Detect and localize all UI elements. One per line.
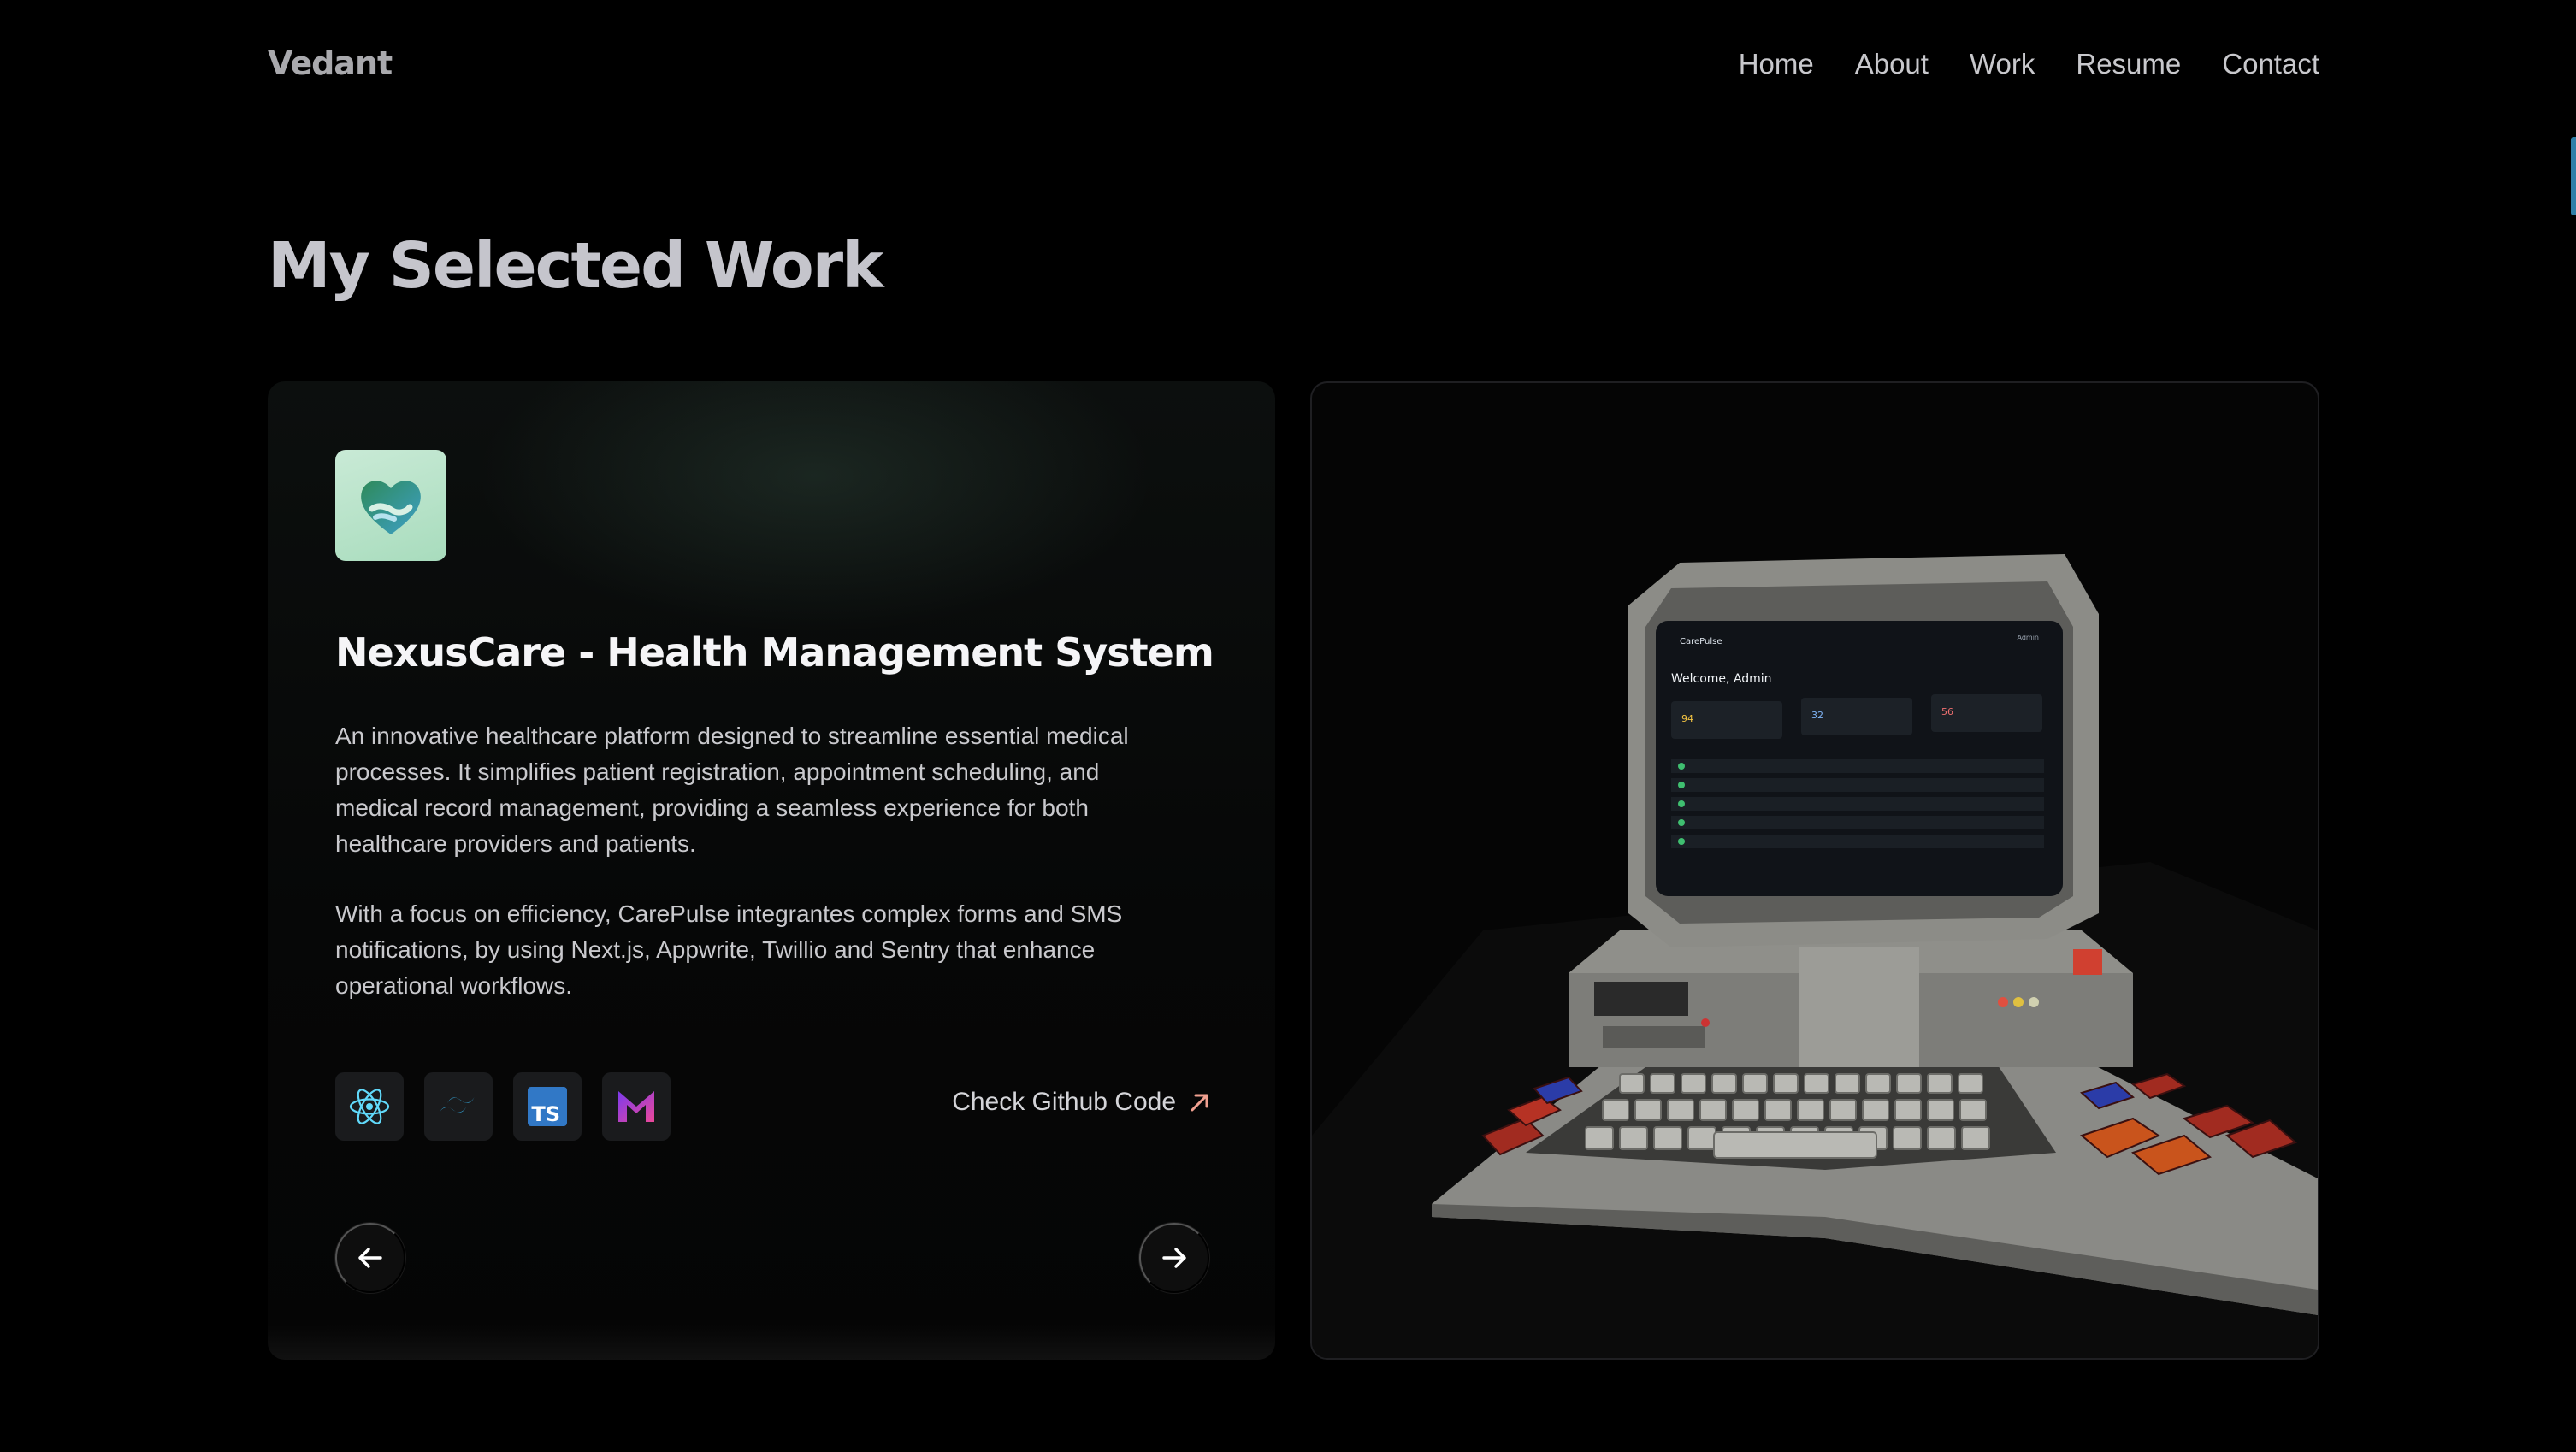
- project-card: NexusCare - Health Management System An …: [268, 381, 1275, 1360]
- heart-hands-logo-icon: [335, 450, 446, 561]
- screen-user: Admin: [2018, 634, 2040, 641]
- screen-brand: CarePulse: [1680, 637, 1722, 646]
- project-description: An innovative healthcare platform design…: [335, 723, 1129, 857]
- screen-welcome: Welcome, Admin: [1671, 672, 1772, 686]
- arrow-right-icon: [1162, 1248, 1186, 1268]
- brand-logo[interactable]: Vedant: [268, 44, 393, 82]
- project-preview: CarePulse Admin Welcome, Admin 94 32 56: [1310, 381, 2319, 1360]
- typescript-icon: TS: [513, 1072, 582, 1141]
- arrow-up-right-icon: [1191, 1094, 1208, 1112]
- main-nav: Home About Work Resume Contact: [1739, 48, 2319, 80]
- mui-icon: [602, 1072, 671, 1141]
- nav-home[interactable]: Home: [1739, 48, 1814, 80]
- next-project-button[interactable]: [1139, 1223, 1209, 1293]
- scroll-indicator: [2571, 137, 2576, 215]
- page-title: My Selected Work: [268, 229, 883, 303]
- github-link[interactable]: Check Github Code: [952, 1088, 1212, 1117]
- arrow-left-icon: [358, 1248, 382, 1268]
- nav-contact[interactable]: Contact: [2222, 48, 2319, 80]
- nav-work[interactable]: Work: [1970, 48, 2035, 80]
- nav-resume[interactable]: Resume: [2076, 48, 2181, 80]
- project-description-secondary: With a focus on efficiency, CarePulse in…: [335, 900, 1123, 999]
- screen-stat-1: 94: [1681, 713, 1693, 724]
- tailwind-icon: [424, 1072, 493, 1141]
- retro-computer-illustration: CarePulse Admin Welcome, Admin 94 32 56: [1312, 554, 2318, 1358]
- svg-text:TS: TS: [531, 1102, 560, 1126]
- github-link-label: Check Github Code: [952, 1088, 1176, 1116]
- top-navigation: Vedant Home About Work Resume Contact: [0, 0, 2576, 137]
- screen-stat-2: 32: [1811, 710, 1823, 721]
- tech-stack: TS: [335, 1072, 671, 1141]
- nav-about[interactable]: About: [1855, 48, 1929, 80]
- react-icon: [335, 1072, 404, 1141]
- screen-stat-3: 56: [1941, 706, 1953, 717]
- project-title: NexusCare - Health Management System: [335, 629, 1214, 676]
- card-bottom-glow: [268, 1325, 1275, 1360]
- prev-project-button[interactable]: [335, 1223, 405, 1293]
